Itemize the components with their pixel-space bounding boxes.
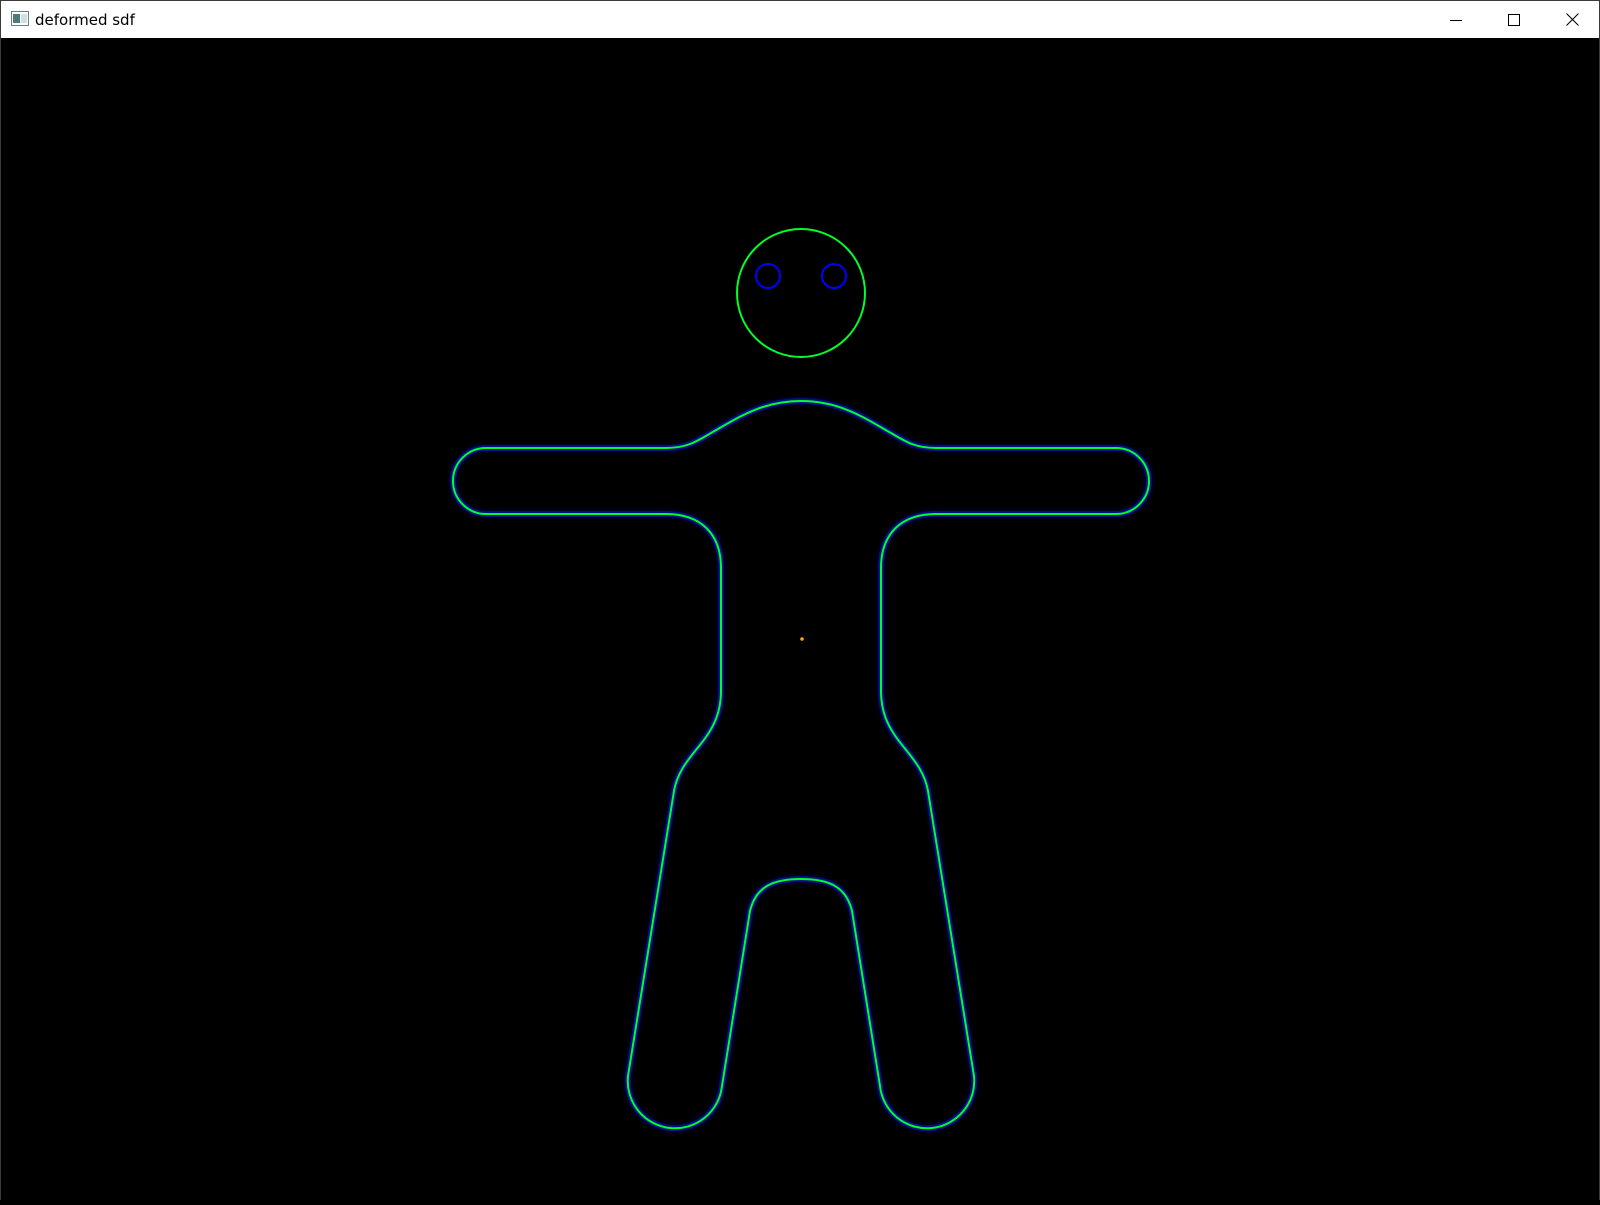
right-eye	[821, 263, 847, 289]
minimize-button[interactable]	[1427, 1, 1485, 38]
app-icon	[11, 11, 29, 26]
maximize-button[interactable]	[1485, 1, 1543, 38]
close-icon	[1565, 13, 1579, 26]
body-outline	[452, 399, 1150, 1130]
window-title: deformed sdf	[35, 11, 135, 29]
center-marker	[800, 637, 804, 641]
maximize-icon	[1508, 13, 1520, 26]
render-canvas[interactable]	[1, 38, 1599, 1200]
left-eye	[755, 263, 781, 289]
head-outline	[736, 228, 866, 358]
close-button[interactable]	[1543, 1, 1600, 38]
title-bar[interactable]: deformed sdf	[1, 1, 1599, 38]
sdf-figure	[450, 228, 1152, 1132]
minimize-icon	[1450, 19, 1462, 21]
app-window: deformed sdf	[0, 0, 1600, 1200]
body-halo	[450, 397, 1152, 1132]
